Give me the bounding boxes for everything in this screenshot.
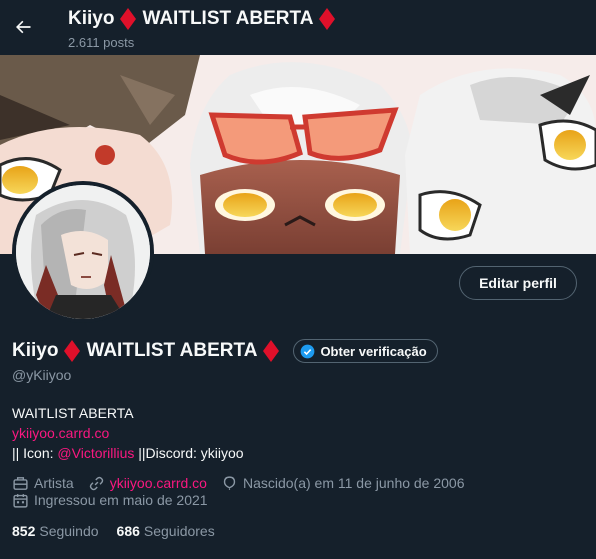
- profile-bio: WAITLIST ABERTA ykiiyoo.carrd.co || Icon…: [12, 403, 244, 463]
- header-name: Kiiyo: [68, 8, 115, 29]
- follow-stats: 852 Seguindo 686 Seguidores: [12, 523, 215, 539]
- joined-date: Ingressou em maio de 2021: [12, 492, 208, 509]
- posts-count: 2.611 posts: [68, 35, 135, 50]
- link-icon: [89, 476, 103, 490]
- calendar-icon: [13, 493, 28, 508]
- bio-text: ||Discord: ykiiyoo: [134, 445, 244, 461]
- website-link[interactable]: ykiiyoo.carrd.co: [110, 475, 207, 491]
- bio-mention-link[interactable]: @Victorillius: [57, 445, 134, 461]
- display-name-suffix: WAITLIST ABERTA: [86, 340, 258, 361]
- followers-count: 686: [116, 523, 140, 539]
- header-title: Kiiyo WAITLIST ABERTA: [68, 8, 336, 30]
- diamond-icon: [120, 8, 137, 30]
- display-name: Kiiyo WAITLIST ABERTA: [12, 340, 280, 362]
- verified-badge-icon: [301, 344, 315, 358]
- bio-text: || Icon:: [12, 445, 58, 461]
- profile-joined: Ingressou em maio de 2021: [12, 491, 222, 509]
- top-bar: Kiiyo WAITLIST ABERTA 2.611 posts: [0, 0, 596, 53]
- get-verified-button[interactable]: Obter verificação: [293, 339, 438, 363]
- back-button[interactable]: [8, 10, 38, 44]
- briefcase-icon: [13, 476, 28, 490]
- profile-category: Artista: [12, 475, 74, 492]
- joined-text: Ingressou em maio de 2021: [34, 492, 208, 508]
- profile-meta: Artista ykiiyoo.carrd.co Nascido(a) em 1…: [12, 474, 479, 492]
- profile-website: ykiiyoo.carrd.co: [88, 475, 207, 492]
- profile-name-row: Kiiyo WAITLIST ABERTA Obter verificação: [12, 338, 438, 364]
- bio-link[interactable]: ykiiyoo.carrd.co: [12, 425, 109, 441]
- balloon-icon: [223, 475, 236, 490]
- following-label: Seguindo: [39, 523, 99, 539]
- display-name-text: Kiiyo: [12, 340, 59, 361]
- header-name-suffix: WAITLIST ABERTA: [142, 8, 314, 29]
- profile-handle: @yKiiyoo: [12, 367, 72, 383]
- following-count: 852: [12, 523, 36, 539]
- bio-line: WAITLIST ABERTA: [12, 405, 134, 421]
- following-link[interactable]: 852 Seguindo: [12, 523, 99, 539]
- get-verified-label: Obter verificação: [320, 343, 427, 359]
- birthday-text: Nascido(a) em 11 de junho de 2006: [242, 475, 465, 491]
- avatar[interactable]: [16, 185, 150, 319]
- diamond-icon: [319, 8, 336, 30]
- avatar-artwork: [16, 185, 150, 319]
- diamond-icon: [64, 340, 81, 362]
- profile-birthday: Nascido(a) em 11 de junho de 2006: [221, 475, 465, 492]
- arrow-left-icon: [16, 20, 31, 34]
- diamond-icon: [263, 340, 280, 362]
- followers-label: Seguidores: [143, 523, 215, 539]
- followers-link[interactable]: 686 Seguidores: [117, 523, 215, 539]
- category-text: Artista: [34, 475, 74, 491]
- edit-profile-button[interactable]: Editar perfil: [459, 266, 577, 300]
